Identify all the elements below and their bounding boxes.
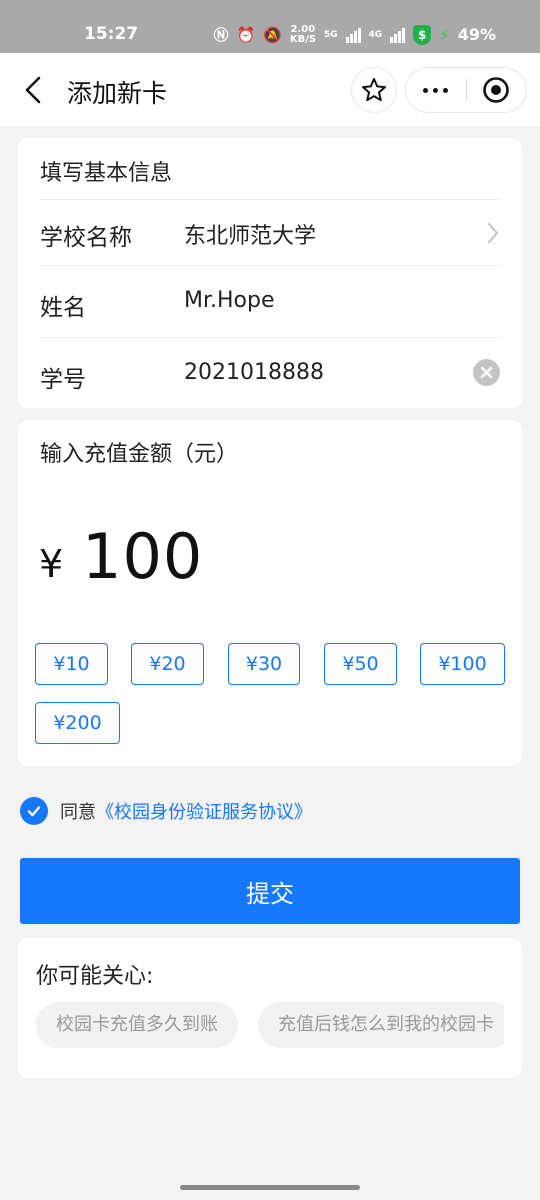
charging-icon: ⚡ [439,25,450,44]
agreement-link[interactable]: 《校园身份验证服务协议》 [96,798,312,824]
home-indicator[interactable] [180,1185,360,1190]
checkmark-icon [27,806,41,817]
faq-chip-list: 校园卡充值多久到账 充值后钱怎么到我的校园卡 [36,1002,504,1048]
agreement-row: 同意 《校园身份验证服务协议》 [20,797,312,825]
signal-5g-label: 5G [323,29,338,40]
chevron-right-icon [488,223,498,243]
faq-question[interactable]: 校园卡充值多久到账 [36,1002,238,1048]
amount-option-50[interactable]: ¥50 [324,643,397,685]
status-bar: 15:27 Ⓝ ⏰ 🔕 2.00 KB/S 5G 4G $ ⚡ 49% [0,0,540,53]
recharge-card: 输入充值金额（元） ¥ 100 ¥10 ¥20 ¥30 ¥50 ¥100 ¥20… [18,420,522,766]
name-row: 姓名 Mr.Hope [40,265,500,337]
submit-button[interactable]: 提交 [20,858,520,924]
close-icon [480,366,493,379]
battery-level: 49% [457,25,496,44]
faq-title: 你可能关心: [36,964,154,989]
favorite-button[interactable] [351,67,397,113]
close-button[interactable] [466,68,526,112]
recharge-title: 输入充值金额（元） [40,442,239,467]
school-value[interactable]: 东北师范大学 [184,218,316,250]
mini-program-capsule [405,67,527,113]
amount-option-100[interactable]: ¥100 [420,643,505,685]
amount-option-200[interactable]: ¥200 [35,702,120,744]
nav-bar: 添加新卡 [0,53,540,126]
chevron-left-icon [25,76,41,104]
student-id-row: 学号 2021018888 [40,337,500,408]
signal-icon-2 [390,27,406,43]
more-button[interactable] [406,68,466,112]
amount-input[interactable]: 100 [82,520,203,593]
star-icon [362,78,386,102]
status-time: 15:27 [84,24,139,44]
mute-icon: 🔕 [263,25,282,44]
amount-option-10[interactable]: ¥10 [35,643,108,685]
school-row[interactable]: 学校名称 东北师范大学 [40,199,500,265]
amount-option-30[interactable]: ¥30 [228,643,300,685]
name-field[interactable]: Mr.Hope [184,288,275,313]
agreement-checkbox[interactable] [20,797,48,825]
page-title: 添加新卡 [67,79,168,108]
faq-card: 你可能关心: 校园卡充值多久到账 充值后钱怎么到我的校园卡 [18,938,522,1078]
ellipsis-icon [423,87,429,93]
target-circle-icon [483,77,510,103]
amount-option-20[interactable]: ¥20 [131,643,204,685]
clear-input-button[interactable] [473,359,500,386]
student-id-field[interactable]: 2021018888 [184,360,324,385]
status-icons: Ⓝ ⏰ 🔕 2.00 KB/S 5G 4G $ ⚡ 49% [213,24,496,45]
alarm-icon: ⏰ [236,25,256,44]
agreement-prefix: 同意 [60,802,96,823]
basic-info-title: 填写基本信息 [40,161,173,186]
nfc-icon: Ⓝ [213,26,229,44]
network-speed: 2.00 KB/S [289,23,317,45]
currency-symbol: ¥ [39,542,64,586]
back-button[interactable] [20,75,50,105]
signal-icon [345,27,361,43]
signal-4g-label: 4G [368,29,383,40]
faq-question[interactable]: 充值后钱怎么到我的校园卡 [258,1002,504,1048]
basic-info-card: 填写基本信息 学校名称 东北师范大学 姓名 Mr.Hope 学号 2021018… [18,138,522,408]
name-label: 姓名 [40,295,86,321]
student-id-label: 学号 [40,367,86,393]
security-shield-icon: $ [413,24,432,45]
school-label: 学校名称 [40,225,132,251]
